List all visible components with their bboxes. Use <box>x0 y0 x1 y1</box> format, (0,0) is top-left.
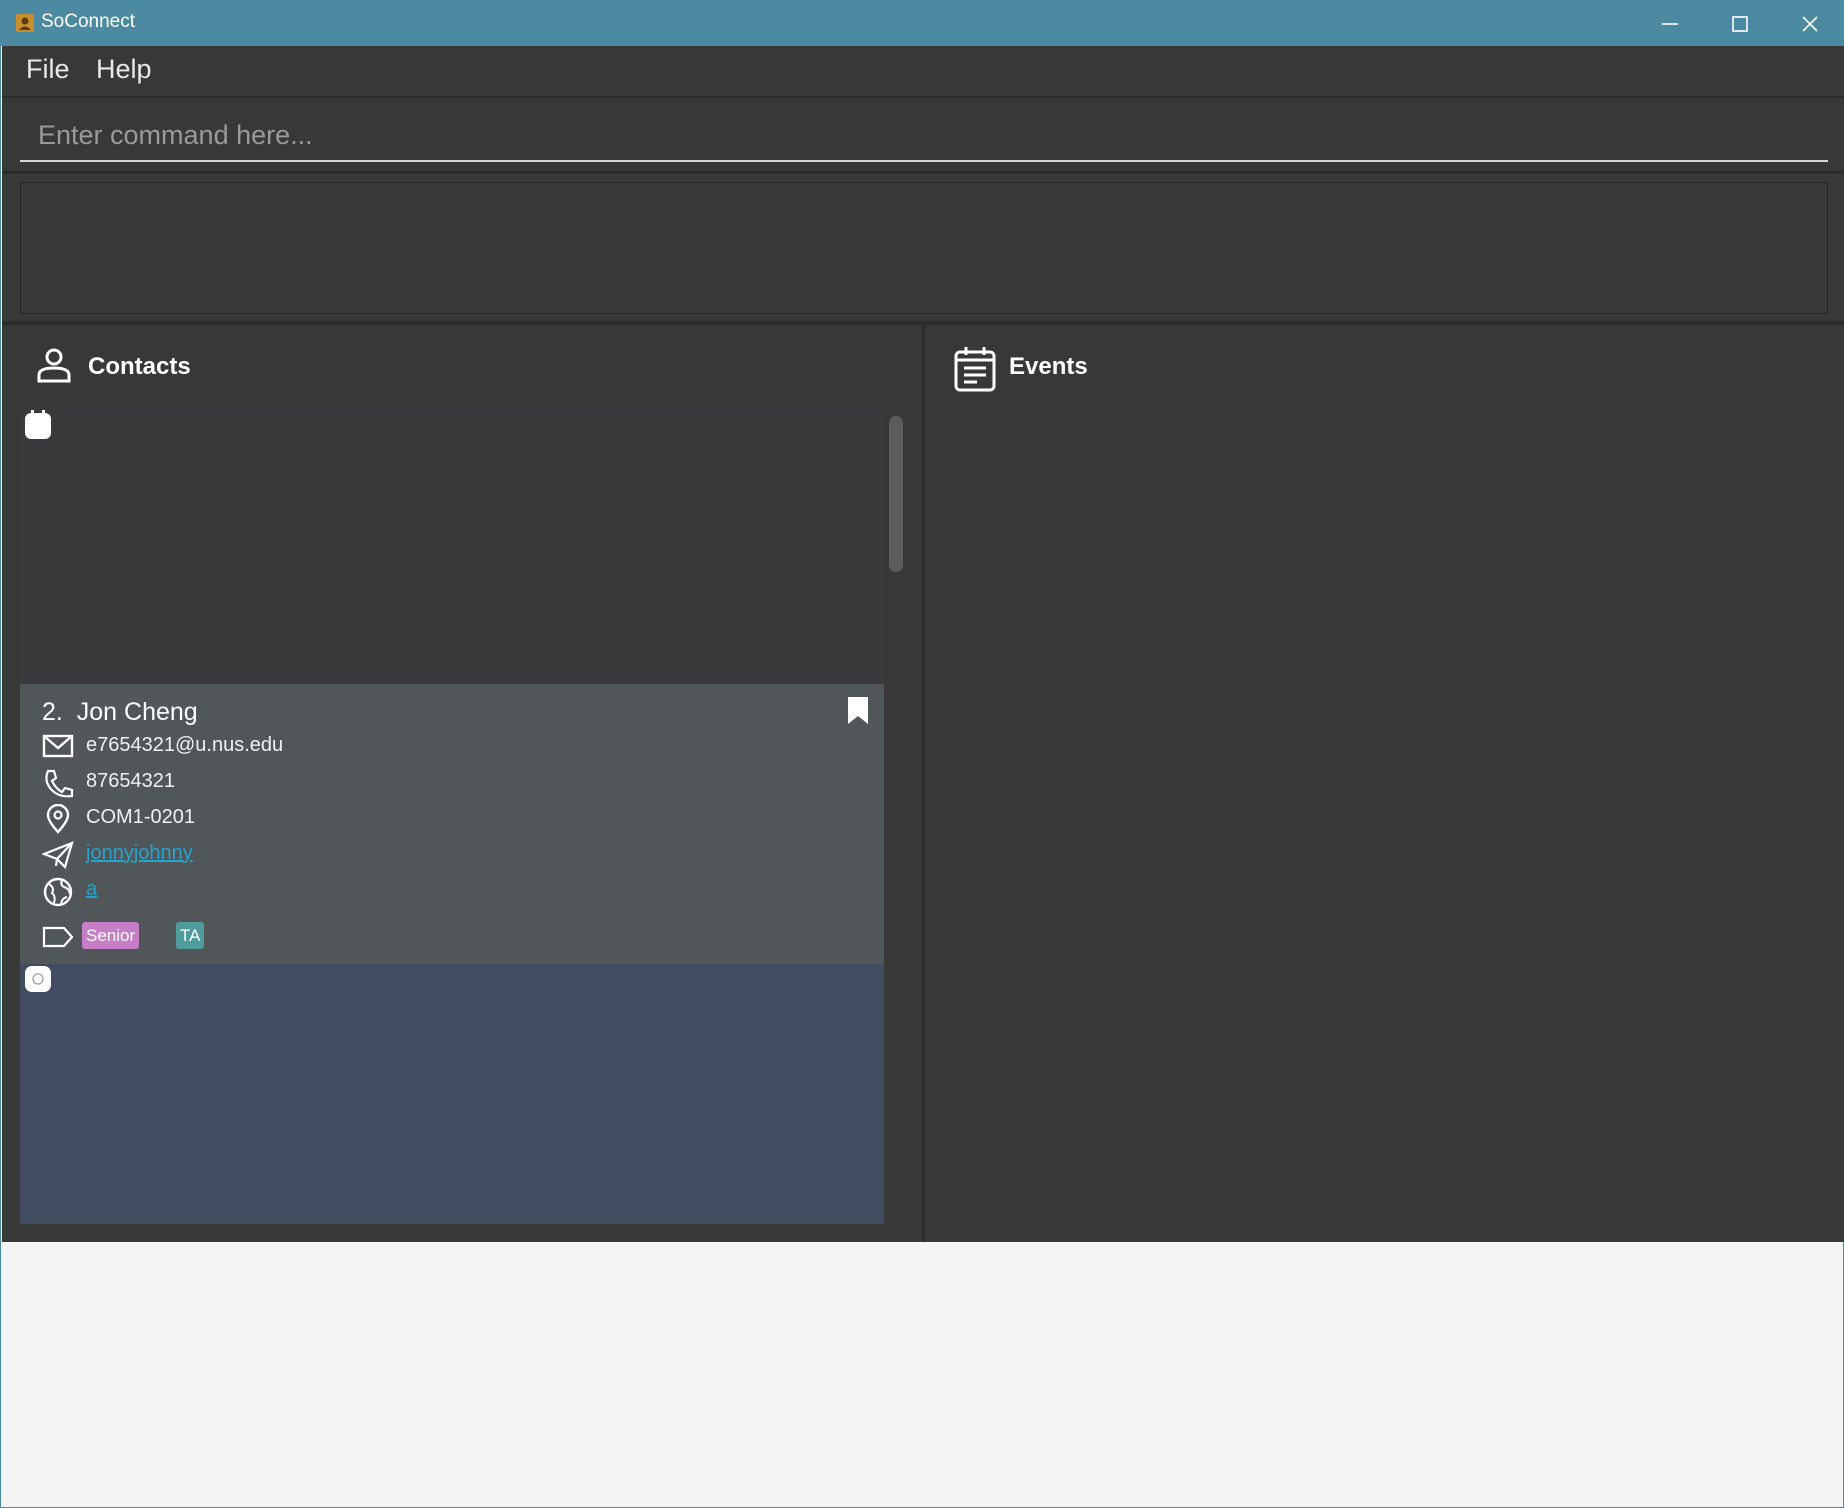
minimize-icon <box>1662 23 1678 25</box>
contact-list[interactable]: 2. Jon Cheng e7654321@u.nus.edu 87654321… <box>20 410 884 1224</box>
tag-senior: Senior <box>82 922 140 949</box>
app-window: SoConnect File Help Contacts <box>0 0 1844 1508</box>
contact-card-jon-cheng[interactable]: 2. Jon Cheng e7654321@u.nus.edu 87654321… <box>20 684 884 964</box>
minimize-button[interactable] <box>1635 1 1705 46</box>
phone-icon <box>45 769 74 798</box>
card-index-icon <box>25 966 51 992</box>
address-value: COM1-0201 <box>86 806 195 828</box>
title-bar[interactable]: SoConnect <box>1 1 1844 46</box>
menu-bar: File Help <box>2 46 1844 98</box>
email-icon <box>42 734 74 758</box>
tag-ta: TA <box>176 922 205 949</box>
maximize-button[interactable] <box>1705 1 1775 46</box>
globe-icon <box>43 877 73 907</box>
contact-card[interactable] <box>20 410 884 684</box>
contacts-title: Contacts <box>88 353 191 380</box>
location-icon <box>46 804 70 834</box>
contact-card-selected[interactable] <box>20 964 884 1224</box>
command-input[interactable] <box>20 110 1828 160</box>
email-value: e7654321@u.nus.edu <box>86 734 284 756</box>
telegram-icon <box>42 841 74 870</box>
contact-name: 2. Jon Cheng <box>42 698 198 726</box>
tag-icon <box>42 926 74 948</box>
bookmark-icon[interactable] <box>846 696 870 726</box>
person-icon <box>37 348 71 383</box>
telegram-link[interactable]: jonnyjohnny <box>86 842 193 865</box>
calendar-icon <box>954 347 996 392</box>
contacts-scrollbar[interactable] <box>889 416 903 572</box>
separator <box>2 171 1844 174</box>
command-box <box>20 110 1828 162</box>
maximize-icon <box>1732 16 1748 32</box>
close-icon <box>1802 16 1818 32</box>
card-index-icon <box>25 410 51 439</box>
phone-value: 87654321 <box>86 770 175 792</box>
events-title: Events <box>1009 353 1088 380</box>
website-link[interactable]: a <box>86 878 97 901</box>
close-button[interactable] <box>1775 1 1844 46</box>
menu-file[interactable]: File <box>26 54 70 85</box>
app-icon <box>16 14 34 32</box>
contacts-panel: Contacts 2. Jon Cheng e7654321@u.nus.edu… <box>2 325 923 1242</box>
events-panel: Events <box>925 325 1844 1242</box>
result-display <box>20 182 1828 314</box>
window-title: SoConnect <box>41 11 136 32</box>
app-body: File Help Contacts 2. Jon Cheng <box>2 46 1844 1242</box>
menu-help[interactable]: Help <box>96 54 152 85</box>
